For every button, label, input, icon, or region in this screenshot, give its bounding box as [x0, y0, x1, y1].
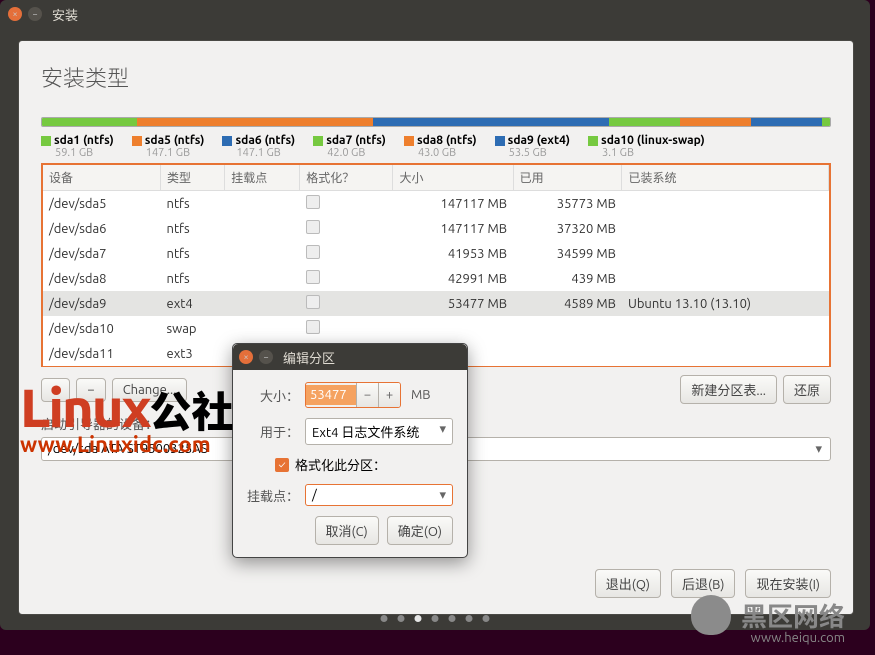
- titlebar: × − 安装: [0, 0, 870, 28]
- column-header[interactable]: 大小: [393, 165, 513, 191]
- revert-button[interactable]: 还原: [783, 375, 831, 404]
- edit-partition-dialog: × − 编辑分区 大小： − + MB 用于： Ext4 日志文件系统 ✓ 格式…: [232, 343, 468, 558]
- size-unit: MB: [411, 388, 431, 402]
- mushroom-icon: [691, 595, 731, 635]
- mount-point-select[interactable]: /: [305, 484, 453, 506]
- change-partition-button[interactable]: Change...: [112, 378, 188, 402]
- quit-button[interactable]: 退出(Q): [595, 569, 661, 598]
- legend-item: sda5 (ntfs)147.1 GB: [132, 133, 205, 159]
- table-row[interactable]: /dev/sda9ext453477 MB4589 MBUbuntu 13.10…: [43, 291, 829, 316]
- table-row[interactable]: /dev/sda10swap: [43, 316, 829, 341]
- table-header: 设备类型挂载点格式化？大小已用已装系统: [43, 165, 829, 191]
- format-checkbox[interactable]: [306, 220, 320, 234]
- size-decrement-button[interactable]: −: [356, 383, 378, 407]
- format-checkbox[interactable]: [306, 270, 320, 284]
- dialog-cancel-button[interactable]: 取消(C): [315, 516, 379, 545]
- column-header[interactable]: 已用: [513, 165, 622, 191]
- size-increment-button[interactable]: +: [378, 383, 400, 407]
- step-indicator: [381, 615, 490, 622]
- size-input[interactable]: [306, 385, 356, 405]
- legend-item: sda9 (ext4)53.5 GB: [495, 133, 570, 159]
- dialog-titlebar: × − 编辑分区: [233, 344, 467, 370]
- dialog-close-icon[interactable]: ×: [239, 350, 253, 364]
- partition-legend: sda1 (ntfs)59.1 GB sda5 (ntfs)147.1 GB sda…: [41, 133, 831, 159]
- column-header[interactable]: 设备: [43, 165, 161, 191]
- table-row[interactable]: /dev/sda5ntfs147117 MB35773 MB: [43, 191, 829, 217]
- partition-table: 设备类型挂载点格式化？大小已用已装系统 /dev/sda5ntfs147117 …: [41, 163, 831, 367]
- use-as-select[interactable]: Ext4 日志文件系统: [305, 418, 453, 445]
- use-as-label: 用于：: [247, 422, 299, 441]
- window-close-icon[interactable]: ×: [8, 7, 22, 21]
- column-header[interactable]: 挂载点: [225, 165, 300, 191]
- disk-usage-bar: [41, 117, 831, 127]
- format-checkbox[interactable]: [306, 295, 320, 309]
- dialog-title: 编辑分区: [283, 348, 335, 367]
- column-header[interactable]: 类型: [161, 165, 225, 191]
- new-partition-table-button[interactable]: 新建分区表...: [680, 375, 777, 404]
- background-url: www.heiqu.com: [751, 631, 845, 645]
- column-header[interactable]: 格式化？: [300, 165, 393, 191]
- column-header[interactable]: 已装系统: [622, 165, 829, 191]
- format-checkbox[interactable]: [306, 320, 320, 334]
- legend-item: sda10 (linux-swap)3.1 GB: [588, 133, 705, 159]
- size-label: 大小：: [247, 386, 299, 405]
- add-partition-button[interactable]: +: [41, 378, 70, 402]
- format-checkbox[interactable]: ✓: [275, 458, 289, 472]
- size-spinner: − +: [305, 382, 401, 408]
- table-row[interactable]: /dev/sda7ntfs41953 MB34599 MB: [43, 241, 829, 266]
- mount-point-label: 挂载点：: [247, 486, 299, 505]
- dialog-body: 大小： − + MB 用于： Ext4 日志文件系统 ✓ 格式化此分区： 挂载点…: [233, 370, 467, 557]
- legend-item: sda6 (ntfs)147.1 GB: [222, 133, 295, 159]
- format-label: 格式化此分区：: [295, 455, 386, 474]
- table-body: /dev/sda5ntfs147117 MB35773 MB/dev/sda6n…: [43, 191, 829, 367]
- table-row[interactable]: /dev/sda8ntfs42991 MB439 MB: [43, 266, 829, 291]
- window-title: 安装: [52, 5, 78, 24]
- install-now-button[interactable]: 现在安装(I): [745, 569, 831, 598]
- back-button[interactable]: 后退(B): [671, 569, 735, 598]
- legend-item: sda1 (ntfs)59.1 GB: [41, 133, 114, 159]
- legend-item: sda7 (ntfs)42.0 GB: [313, 133, 386, 159]
- page-title: 安装类型: [41, 61, 831, 93]
- nav-buttons: 退出(Q) 后退(B) 现在安装(I): [595, 569, 831, 598]
- dialog-ok-button[interactable]: 确定(O): [387, 516, 453, 545]
- background-watermark: 黑区网络: [691, 595, 845, 635]
- format-checkbox[interactable]: [306, 195, 320, 209]
- table-row[interactable]: /dev/sda6ntfs147117 MB37320 MB: [43, 216, 829, 241]
- format-checkbox[interactable]: [306, 245, 320, 259]
- window-minimize-icon[interactable]: −: [28, 7, 42, 21]
- remove-partition-button[interactable]: −: [76, 378, 105, 402]
- dialog-minimize-icon[interactable]: −: [259, 350, 273, 364]
- legend-item: sda8 (ntfs)43.0 GB: [404, 133, 477, 159]
